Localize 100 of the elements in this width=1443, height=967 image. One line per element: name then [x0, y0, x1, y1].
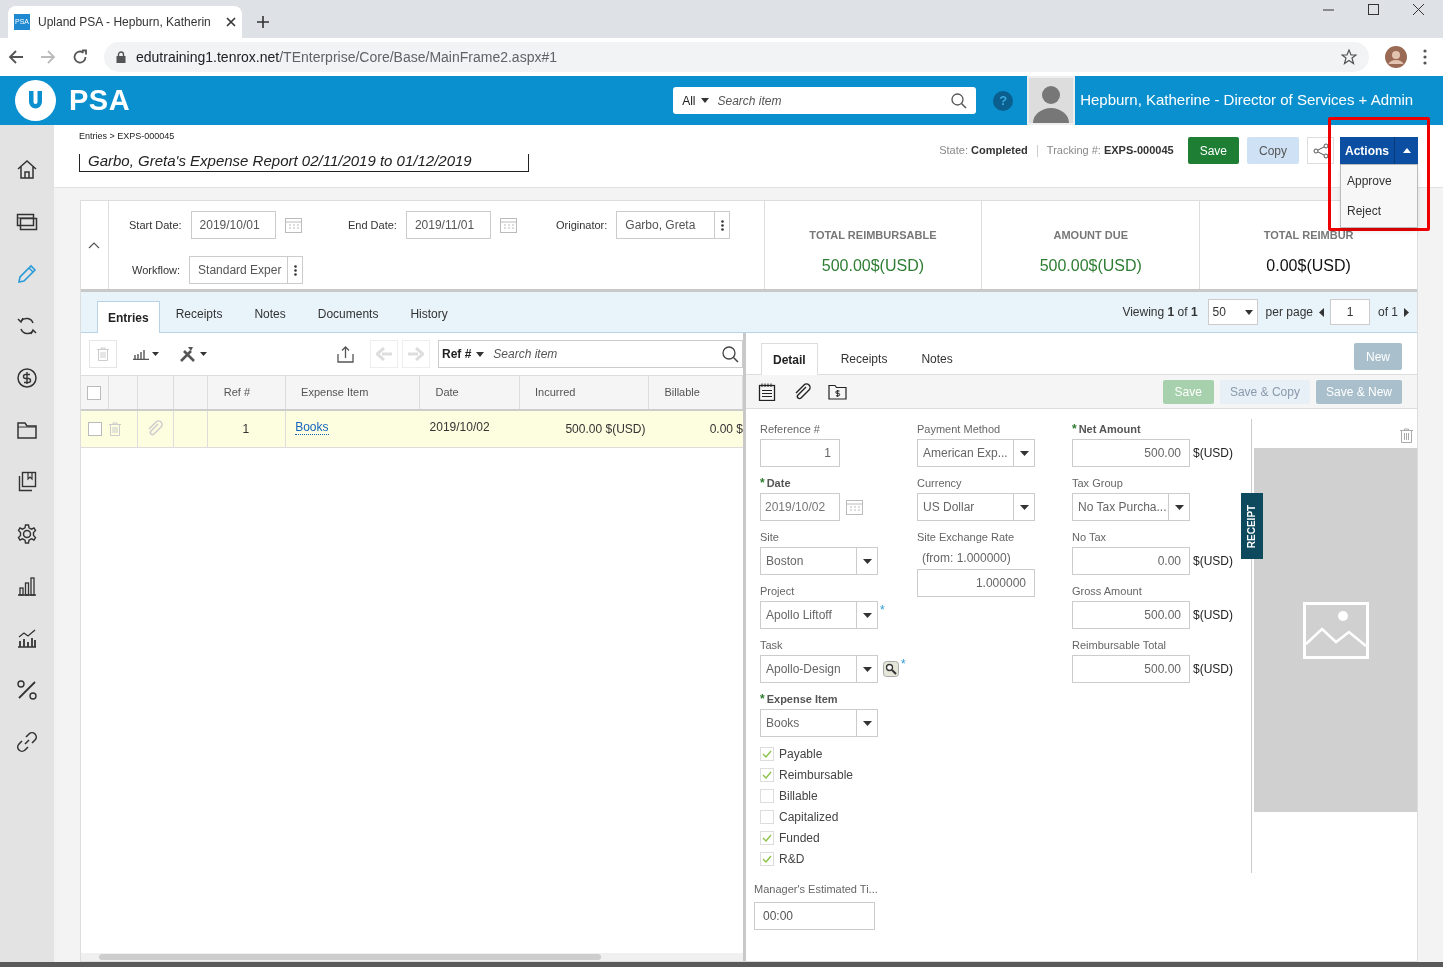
- reload-icon[interactable]: [72, 49, 88, 65]
- scope-label: All: [682, 92, 696, 110]
- checkbox[interactable]: [760, 830, 774, 845]
- dropdown-field[interactable]: American Exp...: [917, 439, 1035, 467]
- paperclip-icon[interactable]: [793, 382, 811, 401]
- picker-field[interactable]: Garbo, Greta: [616, 211, 731, 239]
- chart-menu-button[interactable]: [133, 348, 159, 360]
- save-button[interactable]: Save: [1187, 137, 1239, 164]
- dropdown-field[interactable]: No Tax Purcha...: [1072, 493, 1190, 521]
- avatar-icon[interactable]: [1385, 46, 1407, 68]
- tab[interactable]: Documents: [301, 298, 395, 330]
- menu-item[interactable]: Reject: [1341, 196, 1417, 226]
- star-icon[interactable]: [1341, 49, 1357, 65]
- notepad-icon[interactable]: [758, 382, 776, 401]
- tab[interactable]: Detail: [761, 343, 818, 375]
- date-field[interactable]: 2019/11/01: [405, 211, 491, 239]
- dollar-icon[interactable]: [16, 367, 38, 389]
- tab[interactable]: Notes: [910, 343, 964, 375]
- date-field[interactable]: 2019/10/01: [190, 211, 276, 239]
- tools-menu-button[interactable]: [179, 346, 207, 362]
- menu-item[interactable]: Approve: [1341, 166, 1417, 196]
- input-field[interactable]: 500.00: [1072, 439, 1190, 467]
- dropdown-toggle[interactable]: [1395, 137, 1418, 164]
- home-icon[interactable]: [16, 159, 38, 181]
- tab[interactable]: Receipts: [159, 298, 239, 330]
- checkbox[interactable]: [760, 746, 774, 761]
- more-icon[interactable]: [1423, 49, 1427, 65]
- date-field[interactable]: 2019/10/02: [760, 493, 840, 521]
- bar-chart-icon[interactable]: [16, 575, 38, 597]
- column-header[interactable]: Expense Item: [301, 384, 369, 401]
- column-header[interactable]: Billable: [664, 384, 700, 401]
- checkbox[interactable]: [760, 788, 774, 803]
- chevron-up-icon[interactable]: [88, 241, 101, 249]
- next-icon[interactable]: [1404, 307, 1409, 317]
- field-label: Gross Amount: [1072, 583, 1142, 599]
- title-field[interactable]: Garbo, Greta's Expense Report 02/11/2019 to 01/12/2019: [79, 153, 529, 172]
- dropdown-field[interactable]: Apollo-Design: [760, 655, 878, 683]
- input-field[interactable]: 1: [760, 439, 840, 467]
- new-tab-icon[interactable]: [256, 15, 270, 29]
- check-icon: [762, 854, 772, 863]
- back-icon[interactable]: [8, 49, 24, 65]
- page-count: of 1: [1378, 304, 1398, 321]
- previous-icon[interactable]: [1319, 307, 1324, 317]
- dropdown-field[interactable]: Boston: [760, 547, 878, 575]
- magnifier-icon[interactable]: [883, 661, 899, 677]
- search-field[interactable]: Ref # Search item: [438, 340, 743, 368]
- tab[interactable]: Notes: [238, 298, 302, 330]
- input-field[interactable]: 1.000000: [917, 569, 1035, 597]
- folder-icon[interactable]: [16, 419, 38, 441]
- input-field[interactable]: 500.00: [1072, 655, 1190, 683]
- tab[interactable]: Entries: [97, 301, 160, 333]
- search-field[interactable]: All Search item: [673, 87, 977, 114]
- column-header[interactable]: Ref #: [223, 384, 251, 401]
- settings-icon[interactable]: [16, 523, 38, 545]
- dropdown-field[interactable]: Books: [760, 709, 878, 737]
- column-header[interactable]: Date: [435, 384, 459, 401]
- cycle-arrows-icon[interactable]: [16, 315, 38, 337]
- search-icon[interactable]: [951, 92, 968, 109]
- checkbox[interactable]: [760, 851, 774, 866]
- tracking-text: Tracking #: EXPS-000045: [1046, 143, 1174, 159]
- receipt-tab[interactable]: RECEIPT: [1241, 493, 1263, 559]
- dollar-folder-icon[interactable]: [828, 383, 847, 400]
- bookmark-icon[interactable]: [16, 471, 38, 493]
- input-field[interactable]: 00:00: [754, 901, 875, 930]
- checkbox[interactable]: [87, 422, 102, 436]
- picker-field[interactable]: Standard Exper: [189, 256, 304, 284]
- caret-icon: [1244, 309, 1253, 315]
- more-icon[interactable]: [293, 264, 297, 276]
- left-arrow-icon: [376, 347, 392, 361]
- trend-chart-icon[interactable]: [16, 627, 38, 649]
- table-row[interactable]: 1 Books 2019/10/02 500.00 $(USD) 0.00 $: [81, 411, 743, 448]
- input-field[interactable]: 0.00: [1072, 547, 1190, 575]
- input-field[interactable]: 500.00: [1072, 601, 1190, 629]
- close-icon[interactable]: [226, 17, 236, 27]
- scrollbar-thumb[interactable]: [99, 954, 601, 960]
- copy-button[interactable]: Copy: [1247, 137, 1299, 164]
- tab[interactable]: History: [394, 298, 464, 330]
- expense-link[interactable]: Books: [295, 419, 329, 435]
- breadcrumb[interactable]: Entries > EXPS-000045: [79, 130, 529, 144]
- search-icon[interactable]: [722, 345, 739, 363]
- close-icon[interactable]: [1413, 4, 1424, 15]
- checkbox[interactable]: [760, 767, 774, 782]
- user-name[interactable]: Hepburn, Katherine - Director of Services + Admin: [1080, 89, 1414, 112]
- paperclip-icon[interactable]: [146, 420, 165, 438]
- actions-button[interactable]: Actions: [1340, 137, 1395, 164]
- export-button[interactable]: [337, 345, 354, 363]
- per-page-select[interactable]: 50: [1207, 299, 1258, 325]
- column-header[interactable]: Incurred: [535, 384, 576, 401]
- maximize-icon[interactable]: [1368, 4, 1379, 15]
- link-icon[interactable]: [16, 731, 38, 753]
- checkbox[interactable]: [87, 385, 102, 400]
- dropdown-field[interactable]: US Dollar: [917, 493, 1035, 521]
- address-bar[interactable]: edutraining1.tenrox.net/TEnterprise/Core/Base/MainFrame2.aspx#1: [104, 42, 1369, 72]
- checkbox[interactable]: [760, 809, 774, 824]
- dropdown-field[interactable]: Apollo Liftoff: [760, 601, 878, 629]
- tab[interactable]: Receipts: [829, 343, 899, 375]
- windows-icon[interactable]: [16, 211, 38, 233]
- page-input[interactable]: 1: [1330, 299, 1370, 325]
- more-icon[interactable]: [720, 219, 724, 231]
- share-button[interactable]: [1307, 137, 1334, 164]
